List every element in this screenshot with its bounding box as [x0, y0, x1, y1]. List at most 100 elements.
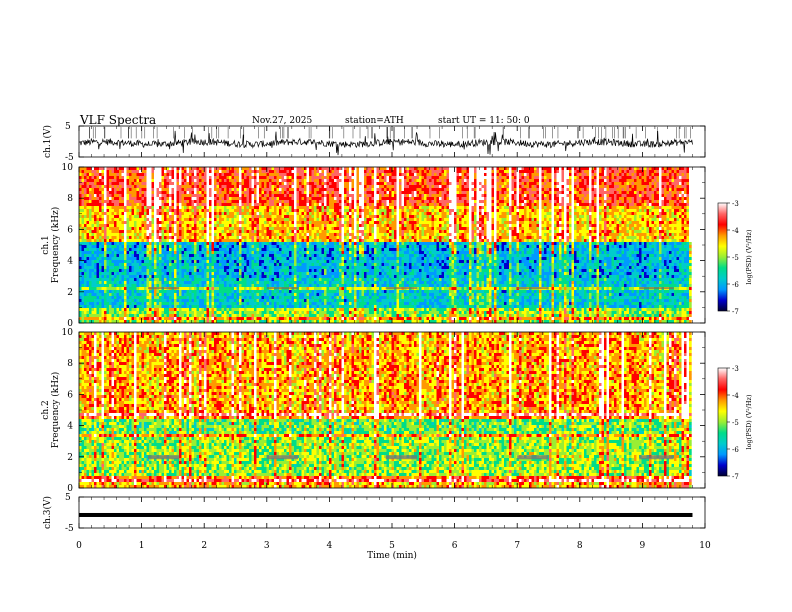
spectrogram-cell: [271, 194, 275, 198]
spectrogram-cell: [391, 212, 395, 216]
spectrogram-cell: [326, 176, 330, 180]
spectrogram-cell: [206, 179, 210, 183]
spectrogram-cell: [619, 209, 622, 213]
spectrogram-cell: [296, 209, 300, 213]
spectrogram-cell: [346, 167, 350, 171]
spectrogram-cell: [311, 224, 315, 228]
spectrogram-cell: [391, 218, 395, 222]
spectrogram-cell: [81, 200, 85, 204]
spectrogram-cell: [326, 206, 330, 210]
spectrogram-cell: [391, 176, 395, 180]
spectrogram-cell: [314, 197, 317, 201]
spectrogram-cell: [201, 218, 205, 222]
spectrogram-cell: [679, 185, 682, 189]
spectrogram-cell: [504, 185, 507, 189]
spectrogram-cell: [116, 203, 120, 207]
spectrogram-cell: [351, 212, 355, 216]
spectrogram-cell: [91, 197, 95, 201]
spectrogram-cell: [541, 203, 545, 207]
spectrogram-cell: [256, 176, 260, 180]
spectrogram-cell: [489, 206, 492, 210]
spectrogram-cell: [146, 173, 150, 177]
spectrogram-cell: [576, 221, 580, 225]
spectrogram-cell: [221, 167, 225, 171]
spectrogram-cell: [229, 215, 232, 219]
spectrogram-cell: [264, 182, 267, 186]
spectrogram-cell: [319, 179, 322, 183]
spectrogram-cell: [121, 194, 125, 198]
spectrogram-cell: [484, 197, 487, 201]
spectrogram-cell: [204, 197, 207, 201]
spectrogram-cell: [676, 176, 680, 180]
spectrogram-cell: [611, 197, 615, 201]
spectrogram-cell: [549, 173, 552, 177]
spectrogram-cell: [549, 197, 552, 201]
spectrogram-cell: [599, 212, 602, 216]
spectrogram-cell: [271, 215, 275, 219]
spectrogram-cell: [511, 182, 515, 186]
spectrogram-cell: [649, 179, 652, 183]
spectrogram-cell: [214, 221, 217, 225]
spectrogram-cell: [256, 194, 260, 198]
spectrogram-cell: [659, 173, 662, 177]
spectrogram-cell: [384, 218, 387, 222]
spectrogram-cell: [184, 224, 187, 228]
spectrogram-cell: [424, 167, 427, 171]
spectrogram-cell: [131, 185, 135, 189]
spectrogram-cell: [671, 170, 675, 174]
spectrogram-cell: [266, 206, 270, 210]
spectrogram-cell: [259, 194, 262, 198]
spectrogram-cell: [216, 173, 220, 177]
spectrogram-cell: [211, 197, 215, 201]
spectrogram-cell: [189, 194, 192, 198]
spectrogram-cell: [656, 200, 660, 204]
spectrogram-cell: [681, 206, 685, 210]
spectrogram-cell: [686, 176, 690, 180]
spectrogram-cell: [146, 221, 150, 225]
spectrogram-cell: [681, 176, 685, 180]
spectrogram-cell: [289, 215, 292, 219]
spectrogram-cell: [224, 218, 227, 222]
spectrogram-cell: [319, 176, 322, 180]
spectrogram-cell: [339, 209, 342, 213]
spectrogram-cell: [121, 200, 125, 204]
spectrogram-cell: [221, 191, 225, 195]
spectrogram-cell: [159, 173, 162, 177]
spectrogram-cell: [274, 191, 277, 195]
spectrogram-cell: [629, 197, 632, 201]
spectrogram-cell: [199, 185, 202, 189]
spectrogram-cell: [174, 209, 177, 213]
spectrogram-cell: [271, 197, 275, 201]
spectrogram-cell: [206, 176, 210, 180]
spectrogram-cell: [491, 221, 495, 225]
spectrogram-cell: [594, 194, 597, 198]
spectrogram-cell: [516, 209, 520, 213]
spectrogram-cell: [116, 197, 120, 201]
spectrogram-cell: [389, 170, 392, 174]
spectrogram-cell: [269, 200, 272, 204]
spectrogram-cell: [536, 179, 540, 183]
spectrogram-cell: [676, 173, 680, 177]
spectrogram-cell: [244, 188, 247, 192]
spectrogram-cell: [131, 218, 135, 222]
spectrogram-cell: [669, 221, 672, 225]
spectrogram-cell: [241, 170, 245, 174]
spectrogram-cell: [664, 176, 667, 180]
spectrogram-cell: [524, 182, 527, 186]
spectrogram-cell: [444, 188, 447, 192]
spectrogram-cell: [671, 176, 675, 180]
spectrogram-cell: [156, 224, 160, 228]
spectrogram-cell: [279, 194, 282, 198]
spectrogram-cell: [211, 224, 215, 228]
spectrogram-cell: [461, 182, 465, 186]
spectrogram-cell: [166, 191, 170, 195]
spectrogram-cell: [99, 197, 102, 201]
spectrogram-cell: [501, 170, 505, 174]
spectrogram-cell: [476, 182, 480, 186]
spectrogram-cell: [441, 191, 445, 195]
spectrogram-cell: [549, 185, 552, 189]
spectrogram-cell: [251, 167, 255, 171]
spectrogram-cell: [404, 179, 407, 183]
spectrogram-cell: [554, 203, 557, 207]
spectrogram-cell: [631, 218, 635, 222]
